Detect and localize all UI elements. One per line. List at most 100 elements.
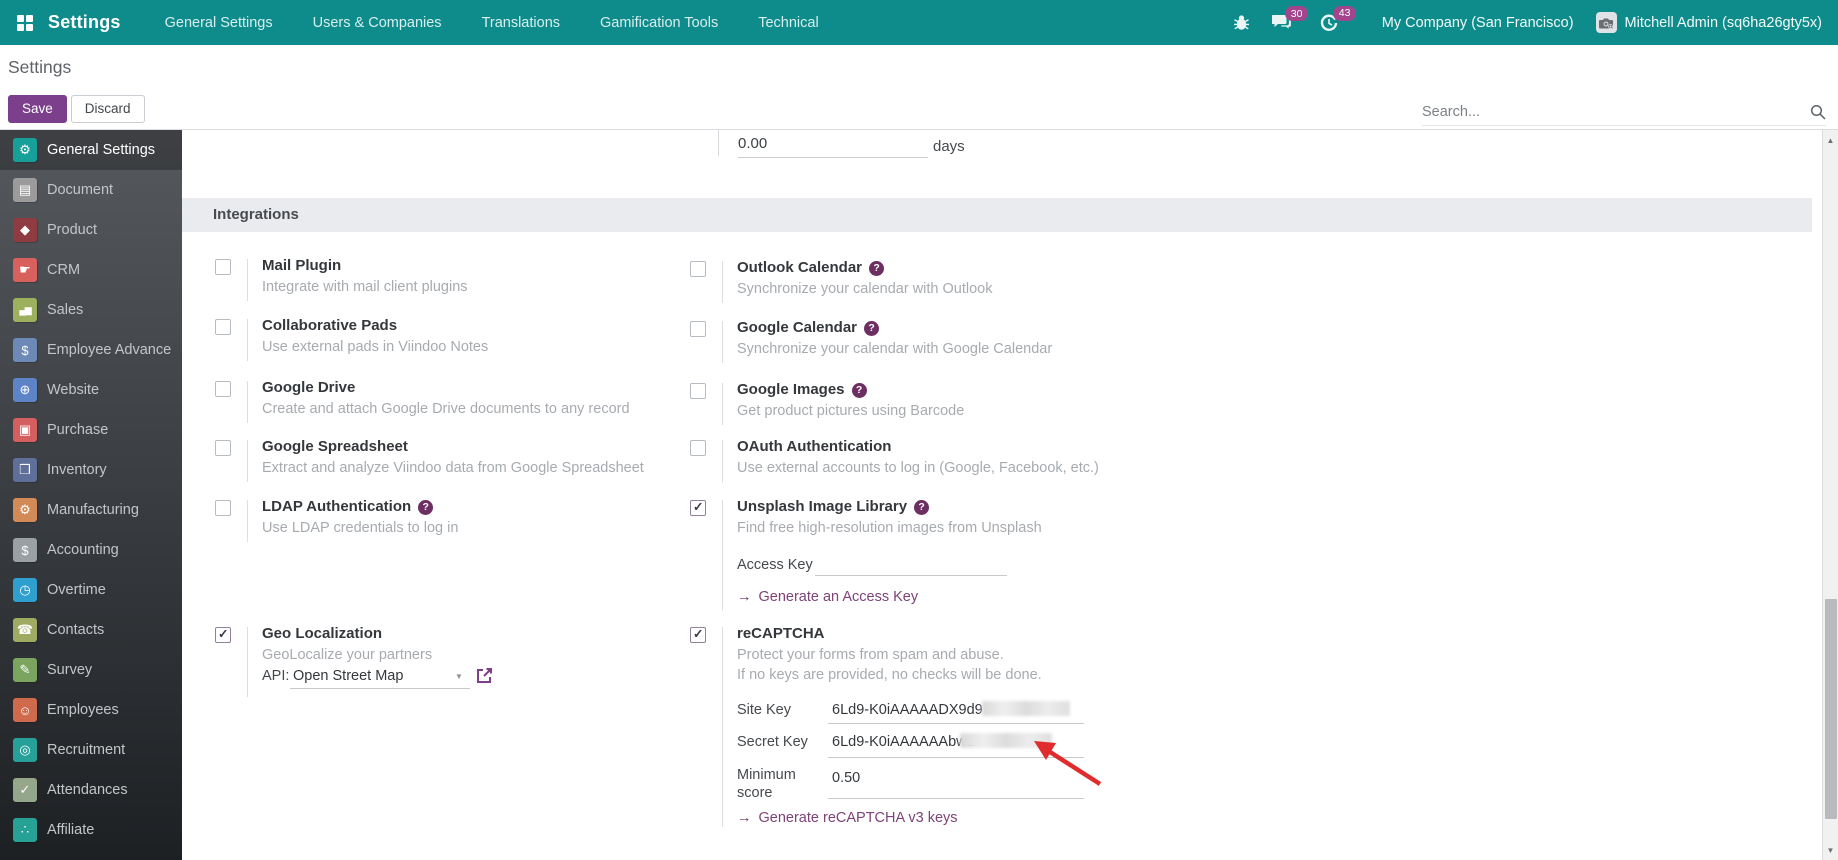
setting-title: Collaborative Pads: [262, 317, 398, 334]
sidebar-item-employees[interactable]: ☺ Employees: [0, 690, 182, 730]
sidebar-item-accounting[interactable]: $ Accounting: [0, 530, 182, 570]
site-key-input[interactable]: 6Ld9-K0iAAAAADX9d9: [832, 702, 983, 718]
minimum-score-input[interactable]: 0.50: [832, 770, 860, 786]
days-input[interactable]: 0.00: [738, 135, 928, 158]
menu-technical[interactable]: Technical: [758, 15, 818, 31]
activities-icon[interactable]: 43: [1320, 5, 1357, 32]
checkbox[interactable]: [215, 626, 231, 643]
sidebar-item-recruitment[interactable]: ◎ Recruitment: [0, 730, 182, 770]
apps-menu-icon[interactable]: [16, 14, 34, 32]
sidebar-item-inventory[interactable]: ❒ Inventory: [0, 450, 182, 490]
control-panel: Settings Save Discard Search...: [0, 45, 1838, 130]
sidebar-item-label: Overtime: [47, 582, 106, 598]
setting-mail-plugin: Mail Plugin Integrate with mail client p…: [215, 256, 468, 301]
company-switcher[interactable]: My Company (San Francisco): [1382, 15, 1574, 31]
scroll-up-arrow[interactable]: ▲: [1823, 136, 1838, 145]
vertical-scrollbar[interactable]: ▲ ▼: [1822, 130, 1838, 860]
search-input[interactable]: Search...: [1422, 98, 1826, 126]
checkbox[interactable]: [690, 626, 706, 643]
help-icon[interactable]: ?: [869, 261, 885, 276]
generate-recaptcha-keys-link[interactable]: → Generate reCAPTCHA v3 keys: [737, 810, 958, 826]
checkbox[interactable]: [215, 319, 231, 335]
settings-content: 0.00 days Integrations Mail Plugin Integ…: [182, 130, 1822, 860]
sidebar-item-website[interactable]: ⊕ Website: [0, 370, 182, 410]
person-check-icon: ✓: [13, 778, 37, 802]
sidebar-item-attendances[interactable]: ✓ Attendances: [0, 770, 182, 810]
top-menu: General Settings Users & Companies Trans…: [165, 15, 819, 31]
globe-icon: ⊕: [13, 378, 37, 402]
sidebar-item-survey[interactable]: ✎ Survey: [0, 650, 182, 690]
checkbox[interactable]: [690, 261, 706, 277]
messages-badge: 30: [1284, 6, 1309, 21]
menu-general-settings[interactable]: General Settings: [165, 15, 273, 31]
sidebar-item-document[interactable]: ▤ Document: [0, 170, 182, 210]
phone-book-icon: ☎: [13, 618, 37, 642]
checkbox[interactable]: [690, 440, 706, 456]
sidebar-item-overtime[interactable]: ◷ Overtime: [0, 570, 182, 610]
generate-access-key-link[interactable]: → Generate an Access Key: [737, 589, 918, 605]
sidebar-item-crm[interactable]: ☛ CRM: [0, 250, 182, 290]
menu-gamification-tools[interactable]: Gamification Tools: [600, 15, 718, 31]
checkbox[interactable]: [690, 499, 706, 516]
sidebar-item-contacts[interactable]: ☎ Contacts: [0, 610, 182, 650]
discard-button[interactable]: Discard: [70, 95, 145, 123]
setting-title: reCAPTCHA: [737, 625, 825, 642]
save-button[interactable]: Save: [8, 95, 67, 123]
api-select[interactable]: Open Street Map: [293, 668, 403, 684]
sidebar-item-label: Inventory: [47, 462, 107, 478]
sidebar-item-sales[interactable]: ▄▆ Sales: [0, 290, 182, 330]
sidebar-item-label: Accounting: [47, 542, 119, 558]
clipboard-icon: ✎: [13, 658, 37, 682]
checkbox[interactable]: [215, 500, 231, 516]
messages-icon[interactable]: 30: [1271, 6, 1309, 31]
checkbox[interactable]: [215, 259, 231, 275]
scroll-down-arrow[interactable]: ▼: [1823, 846, 1838, 855]
sidebar-item-manufacturing[interactable]: ⚙ Manufacturing: [0, 490, 182, 530]
external-link-icon[interactable]: [475, 666, 494, 690]
chevron-down-icon: ▼: [455, 672, 463, 681]
app-name[interactable]: Settings: [48, 12, 121, 33]
setting-title: LDAP Authentication: [262, 498, 412, 515]
help-icon[interactable]: ?: [864, 321, 880, 336]
setting-desc: Get product pictures using Barcode: [737, 403, 965, 419]
help-icon[interactable]: ?: [914, 500, 930, 515]
setting-desc: Use external pads in Viindoo Notes: [262, 339, 489, 355]
sidebar-item-product[interactable]: ◆ Product: [0, 210, 182, 250]
truck-icon: ▣: [13, 418, 37, 442]
scrollbar-thumb[interactable]: [1825, 599, 1837, 819]
setting-title: Google Images: [737, 381, 845, 398]
sidebar-item-label: Employee Advance: [47, 342, 172, 358]
sidebar-item-purchase[interactable]: ▣ Purchase: [0, 410, 182, 450]
sidebar-item-label: Sales: [47, 302, 84, 318]
user-menu[interactable]: Mitchell Admin (sq6ha26gty5x): [1595, 12, 1822, 33]
bug-icon[interactable]: [1233, 14, 1250, 31]
setting-ldap-authentication: LDAP Authentication? Use LDAP credential…: [215, 497, 459, 542]
setting-google-spreadsheet: Google Spreadsheet Extract and analyze V…: [215, 437, 644, 482]
sidebar-item-label: Affiliate: [47, 822, 95, 838]
menu-translations[interactable]: Translations: [482, 15, 560, 31]
network-icon: ∴: [13, 818, 37, 842]
right-arrow-icon: →: [737, 810, 752, 826]
sidebar-item-employee-advance[interactable]: $ Employee Advance: [0, 330, 182, 370]
settings-page: Settings General Settings Users & Compan…: [0, 0, 1838, 860]
checkbox[interactable]: [690, 383, 706, 399]
access-key-input[interactable]: [815, 575, 1007, 576]
sidebar-item-label: Purchase: [47, 422, 109, 438]
checkbox[interactable]: [215, 440, 231, 456]
checkbox[interactable]: [215, 381, 231, 397]
secret-key-input[interactable]: 6Ld9-K0iAAAAAAbw2: [832, 734, 975, 750]
setting-desc: Use LDAP credentials to log in: [262, 520, 459, 536]
right-arrow-icon: →: [737, 589, 752, 605]
access-key-label: Access Key: [737, 557, 813, 573]
settings-sidebar: ⚙ General Settings ▤ Document ◆ Product ☛ CRM ▄▆…: [0, 130, 182, 860]
menu-users-companies[interactable]: Users & Companies: [313, 15, 442, 31]
sidebar-item-label: Product: [47, 222, 97, 238]
setting-title: Unsplash Image Library: [737, 498, 908, 515]
setting-title: Mail Plugin: [262, 257, 342, 274]
setting-title: Google Calendar: [737, 319, 858, 336]
help-icon[interactable]: ?: [851, 383, 867, 398]
help-icon[interactable]: ?: [418, 500, 434, 515]
sidebar-item-general-settings[interactable]: ⚙ General Settings: [0, 130, 182, 170]
checkbox[interactable]: [690, 321, 706, 337]
sidebar-item-affiliate[interactable]: ∴ Affiliate: [0, 810, 182, 850]
